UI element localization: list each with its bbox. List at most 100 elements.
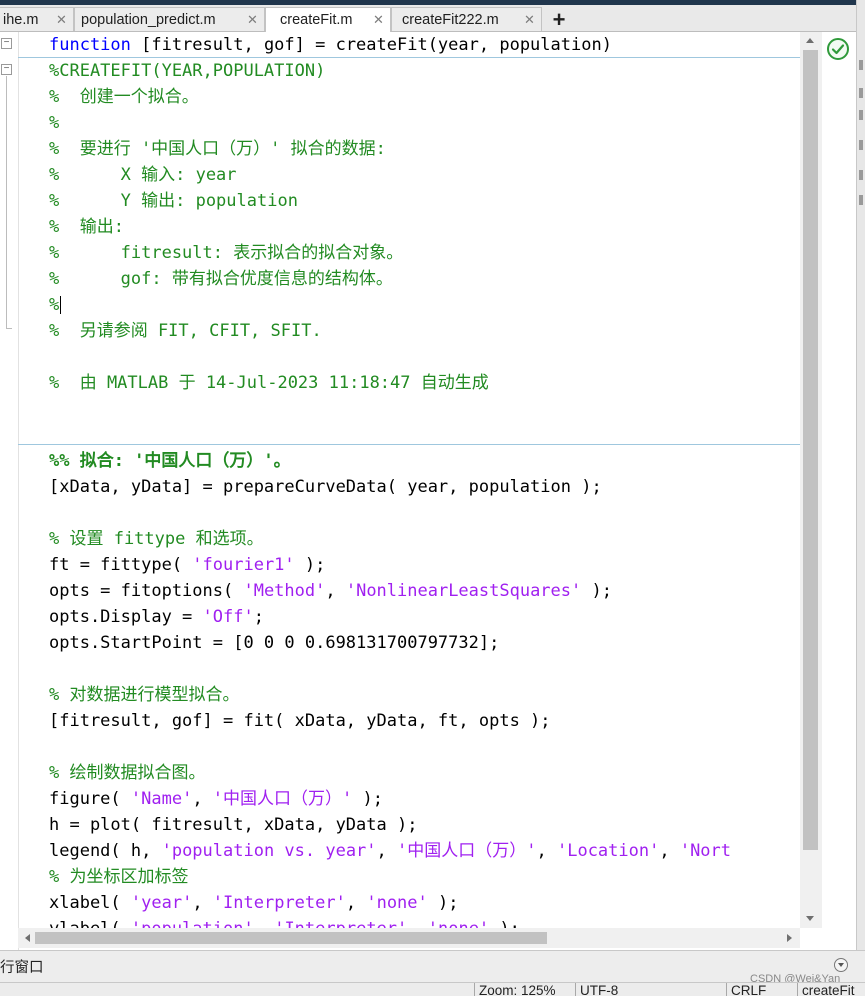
code-line-10: % gof: 带有拟合优度信息的结构体。 (49, 269, 393, 289)
vertical-scroll-thumb[interactable] (803, 50, 818, 850)
code-line-9: % fitresult: 表示拟合的拟合对象。 (49, 243, 404, 263)
check-icon (831, 44, 845, 55)
code-token: ); (581, 581, 612, 601)
code-token: opts = fitoptions( (49, 581, 244, 601)
panel-options-icon[interactable] (834, 958, 848, 972)
string-token: 'Interpreter' (274, 919, 407, 928)
cell-divider (18, 444, 800, 445)
code-line-30: figure( 'Name', '中国人口（万）' ); (49, 786, 383, 812)
string-token: 'population vs. year' (161, 841, 377, 861)
string-token: 'Interpreter' (212, 893, 346, 913)
scroll-marker (859, 60, 863, 70)
fold-line (6, 76, 7, 328)
string-token: 'Off' (202, 607, 254, 627)
code-token: , (376, 841, 398, 861)
code-analyzer-status-icon[interactable] (827, 38, 849, 60)
code-token: ); (489, 919, 519, 928)
code-editor[interactable]: − − function [fitresult, gof] = createFi… (0, 32, 856, 950)
code-line-3: % 创建一个拟合。 (49, 87, 199, 107)
code-token: , (536, 841, 557, 861)
code-token: , (659, 841, 680, 861)
code-line-24: opts.StartPoint = [0 0 0 0.6981317007977… (49, 633, 500, 653)
code-line-4: % (49, 113, 60, 133)
code-line-7: % Y 输出: population (49, 191, 298, 211)
code-token: [fitresult, gof] = createFit(year, popul… (130, 35, 612, 55)
scroll-left-arrow-icon[interactable] (25, 934, 30, 942)
code-token: , (254, 919, 274, 928)
code-token: figure( (49, 789, 131, 809)
fold-gutter: − − (0, 32, 19, 950)
string-token: 'none' (428, 919, 489, 928)
code-token: , (192, 789, 213, 809)
code-line-20: % 设置 fittype 和选项。 (49, 529, 264, 549)
tab-label: population_predict.m (81, 11, 216, 28)
file-indicator: createFit (797, 983, 855, 996)
scroll-up-arrow-icon[interactable] (806, 38, 814, 43)
vertical-scrollbar[interactable] (800, 32, 822, 928)
fold-toggle-function[interactable]: − (1, 38, 12, 49)
tab-label: createFit222.m (402, 11, 499, 28)
tab-label: ihe.m (3, 11, 39, 28)
code-token: , (192, 893, 213, 913)
scroll-marker (859, 88, 863, 98)
code-token: opts.Display = (49, 607, 203, 627)
encoding-indicator: UTF-8 (575, 983, 618, 996)
string-token: 'Location' (556, 841, 660, 861)
tab-createfit[interactable]: createFit.m ✕ (265, 7, 391, 32)
scroll-down-arrow-icon[interactable] (806, 916, 814, 921)
code-line-33: % 为坐标区加标签 (49, 867, 189, 887)
code-token: , (325, 581, 346, 601)
command-window-panel: 行窗口 CSDN @Wei&Yan Zoom: 125% UTF-8 CRLF … (0, 950, 865, 996)
fold-toggle-comment[interactable]: − (1, 64, 12, 75)
code-token: ); (352, 789, 383, 809)
horizontal-scrollbar[interactable] (18, 928, 800, 948)
scroll-marker (859, 170, 863, 180)
code-line-5: % 要进行 '中国人口（万）' 拟合的数据: (49, 139, 386, 159)
string-token: '中国人口（万）' (397, 841, 537, 861)
close-icon[interactable]: ✕ (55, 13, 68, 26)
scroll-marker (859, 195, 863, 205)
string-token: 'Method' (243, 581, 326, 601)
command-window-title[interactable]: 行窗口 (0, 956, 44, 977)
code-line-6: % X 输入: year (49, 165, 237, 185)
code-token: ; (253, 607, 264, 627)
scroll-marker (859, 110, 863, 120)
code-line-1: function [fitresult, gof] = createFit(ye… (49, 32, 612, 58)
string-token: 'year' (130, 893, 193, 913)
horizontal-scroll-thumb[interactable] (35, 932, 547, 944)
string-token: 'population' (131, 919, 254, 928)
tab-ihe[interactable]: ihe.m ✕ (0, 7, 74, 31)
new-tab-button[interactable]: + (543, 7, 575, 32)
code-line-27: [fitresult, gof] = fit( xData, yData, ft… (49, 711, 551, 731)
tab-label: createFit.m (280, 12, 353, 28)
fold-end (6, 328, 12, 329)
code-line-29: % 绘制数据拟合图。 (49, 763, 206, 783)
code-text[interactable]: function [fitresult, gof] = createFit(ye… (49, 32, 731, 928)
code-line-21: ft = fittype( 'fourier1' ); (49, 552, 325, 578)
code-token: ft = fittype( (49, 555, 193, 575)
code-line-26: % 对数据进行模型拟合。 (49, 685, 240, 705)
code-token: ); (427, 893, 459, 913)
code-line-32: legend( h, 'population vs. year', '中国人口（… (49, 838, 800, 864)
code-line-2: %CREATEFIT(YEAR,POPULATION) (49, 61, 326, 81)
code-line-35: ylabel( 'population', 'Interpreter', 'no… (49, 912, 520, 928)
code-line-12: % 另请参阅 FIT, CFIT, SFIT. (49, 321, 322, 341)
code-token: xlabel( (49, 893, 131, 913)
string-token: 'fourier1' (192, 555, 295, 575)
tab-createfit222[interactable]: createFit222.m ✕ (391, 7, 542, 31)
close-icon[interactable]: ✕ (523, 13, 536, 26)
string-token: '中国人口（万）' (212, 789, 353, 809)
outer-scrollbar[interactable] (856, 0, 865, 950)
string-token: 'Nort (679, 841, 732, 861)
code-line-11: % (49, 292, 62, 318)
scroll-right-arrow-icon[interactable] (787, 934, 792, 942)
code-line-14: % 由 MATLAB 于 14-Jul-2023 11:18:47 自动生成 (49, 373, 489, 393)
code-token: , (407, 919, 427, 928)
editor-tab-bar: ihe.m ✕ population_predict.m ✕ createFit… (0, 5, 856, 32)
tab-population-predict[interactable]: population_predict.m ✕ (74, 7, 265, 31)
close-icon[interactable]: ✕ (372, 13, 385, 26)
code-token: % (49, 295, 60, 315)
code-line-23: opts.Display = 'Off'; (49, 604, 264, 630)
code-token: , (345, 893, 367, 913)
close-icon[interactable]: ✕ (246, 13, 259, 26)
